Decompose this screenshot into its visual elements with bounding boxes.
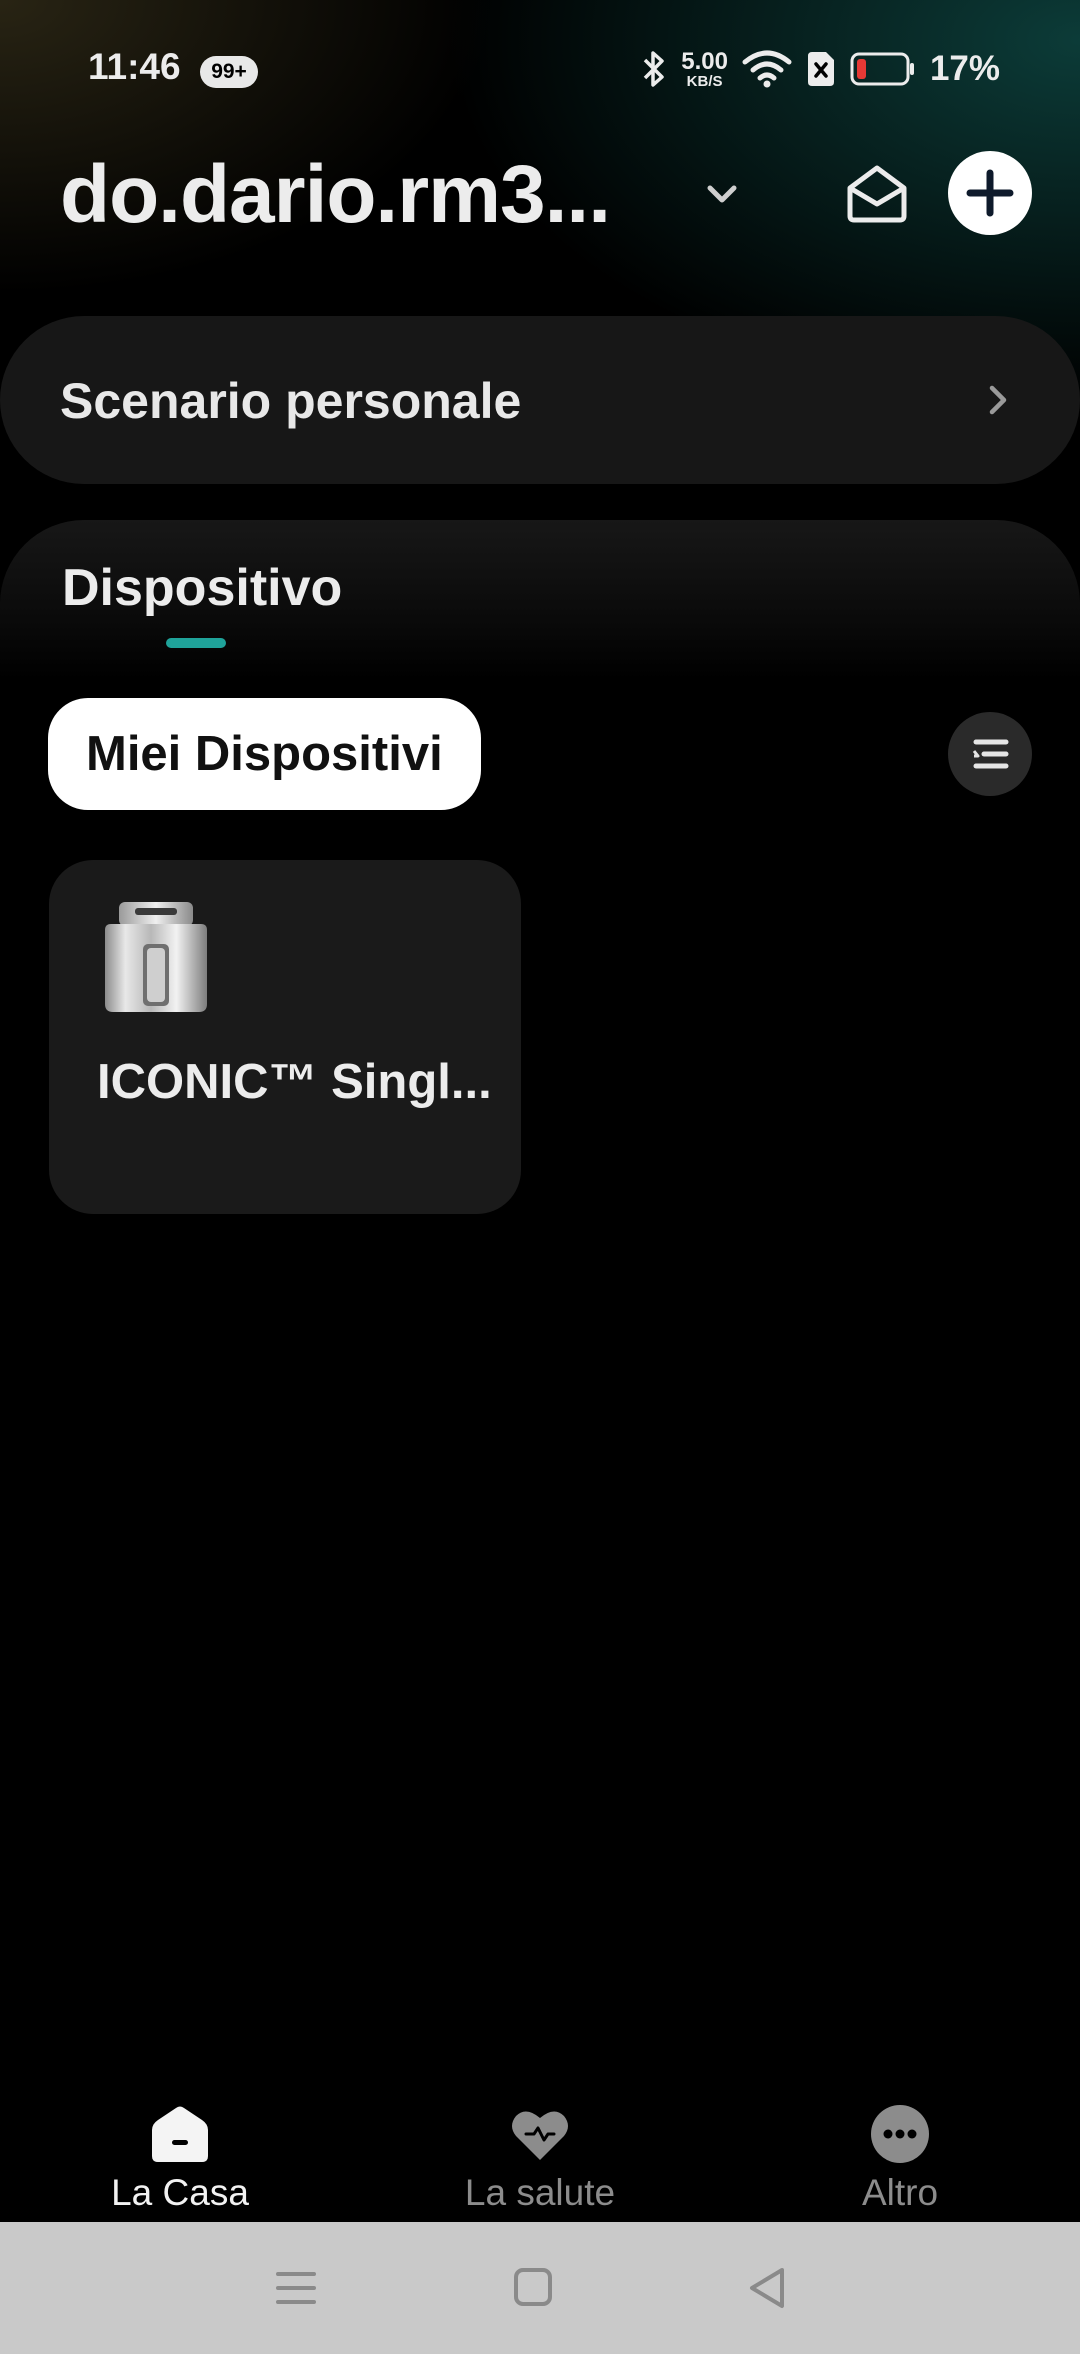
bluetooth-icon <box>643 51 664 87</box>
air-fryer-image <box>105 902 207 1012</box>
chevron-down-icon[interactable] <box>700 172 744 216</box>
scenario-personale-card[interactable]: Scenario personale <box>0 316 1080 484</box>
recent-apps-icon[interactable] <box>266 2258 326 2318</box>
wifi-icon <box>742 50 792 88</box>
status-time: 11:46 <box>88 46 181 87</box>
back-icon[interactable] <box>738 2258 798 2318</box>
list-sort-button[interactable] <box>948 712 1032 796</box>
device-panel: Dispositivo Miei Dispositivi ICONIC™ Sin… <box>0 520 1080 2120</box>
bottom-navigation: La Casa La salute Altro <box>0 2090 1080 2222</box>
home-icon <box>152 2106 208 2162</box>
add-button[interactable] <box>948 151 1032 235</box>
plus-icon <box>966 169 1014 217</box>
status-indicators: 5.00 KB/S 17% <box>641 44 1000 94</box>
nav-label-la-casa: La Casa <box>111 2172 249 2213</box>
chevron-right-icon <box>989 385 1007 415</box>
list-sort-icon <box>972 739 1009 769</box>
nav-label-altro: Altro <box>861 2172 939 2213</box>
battery-low-icon <box>850 52 914 86</box>
sim-disabled-icon <box>807 52 834 86</box>
filter-chip-my-devices[interactable]: Miei Dispositivi <box>48 698 481 810</box>
heart-icon <box>512 2111 568 2160</box>
device-name: ICONIC™ Singl... <box>97 1055 492 1109</box>
nav-item-altro[interactable]: Altro <box>770 2090 1030 2222</box>
system-navigation-bar <box>0 2222 1080 2354</box>
battery-percent: 17% <box>929 49 1000 88</box>
nav-label-la-salute: La salute <box>464 2172 616 2213</box>
home-button-icon[interactable] <box>503 2258 563 2318</box>
account-title[interactable]: do.dario.rm3... <box>60 148 611 242</box>
status-bar: 11:46 99+ 5.00 KB/S 17% <box>0 40 1080 100</box>
device-card[interactable]: ICONIC™ Singl... <box>49 860 521 1214</box>
network-speed: 5.00 KB/S <box>681 47 728 90</box>
more-dots-icon <box>871 2105 929 2163</box>
notification-count-badge: 99+ <box>200 56 258 88</box>
tab-dispositivo[interactable]: Dispositivo <box>62 558 342 618</box>
nav-item-la-casa[interactable]: La Casa <box>50 2090 310 2222</box>
tab-active-indicator <box>166 638 226 648</box>
scenario-label: Scenario personale <box>60 373 522 429</box>
nav-item-la-salute[interactable]: La salute <box>410 2090 670 2222</box>
mail-open-icon[interactable] <box>842 160 912 226</box>
